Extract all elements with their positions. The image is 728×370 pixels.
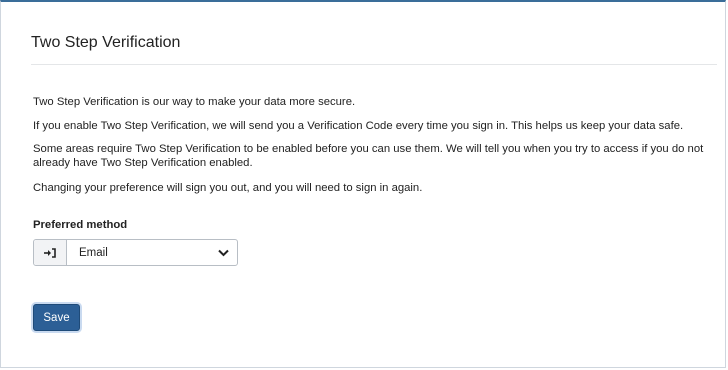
intro-paragraph: Two Step Verification is our way to make… bbox=[33, 96, 356, 108]
enable-info-paragraph: If you enable Two Step Verification, we … bbox=[33, 120, 684, 132]
sign-in-arrow-icon bbox=[34, 240, 67, 265]
required-areas-paragraph: Some areas require Two Step Verification… bbox=[33, 143, 704, 169]
save-button[interactable]: Save bbox=[33, 304, 80, 331]
two-step-verification-panel: Two Step Verification Two Step Verificat… bbox=[0, 0, 726, 368]
panel-title: Two Step Verification bbox=[31, 34, 181, 51]
sign-out-warning-paragraph: Changing your preference will sign you o… bbox=[33, 182, 423, 194]
selected-method-value: Email bbox=[79, 246, 108, 259]
preferred-method-select[interactable]: Email bbox=[33, 239, 238, 266]
title-divider bbox=[31, 64, 717, 65]
chevron-down-icon[interactable] bbox=[209, 249, 237, 257]
preferred-method-label: Preferred method bbox=[33, 219, 128, 231]
